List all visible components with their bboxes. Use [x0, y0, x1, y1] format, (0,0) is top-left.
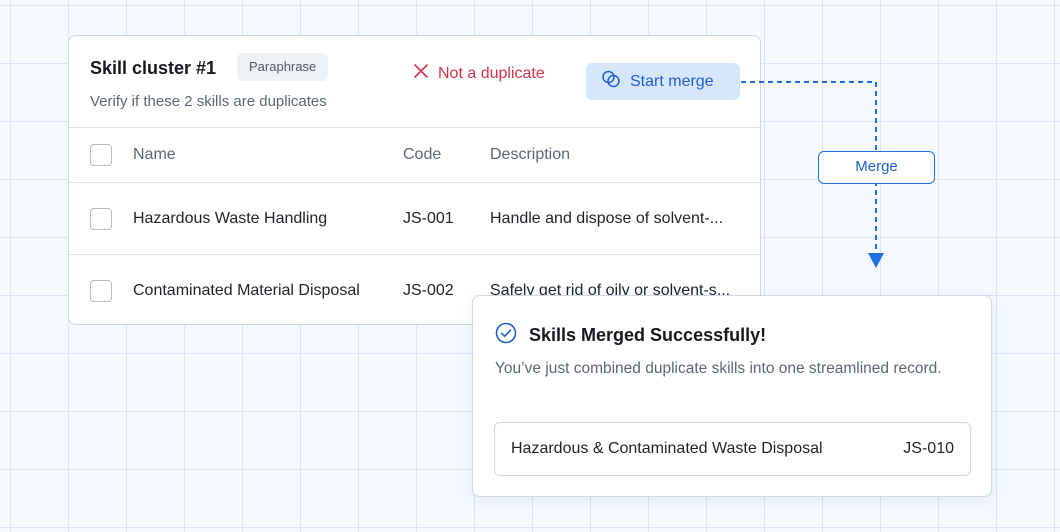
success-message: You’ve just combined duplicate skills in…: [495, 360, 942, 377]
success-title: Skills Merged Successfully!: [529, 325, 767, 345]
merged-skill-code: JS-010: [903, 440, 954, 457]
merge-success-card: Skills Merged Successfully! You’ve just …: [472, 295, 992, 497]
merged-skill-name: Hazardous & Contaminated Waste Disposal: [511, 440, 823, 457]
merge-label: Merge: [818, 151, 935, 184]
merged-skill-record[interactable]: Hazardous & Contaminated Waste Disposal …: [494, 422, 971, 476]
check-circle-icon: [495, 322, 517, 349]
success-title-row: Skills Merged Successfully!: [495, 322, 766, 349]
